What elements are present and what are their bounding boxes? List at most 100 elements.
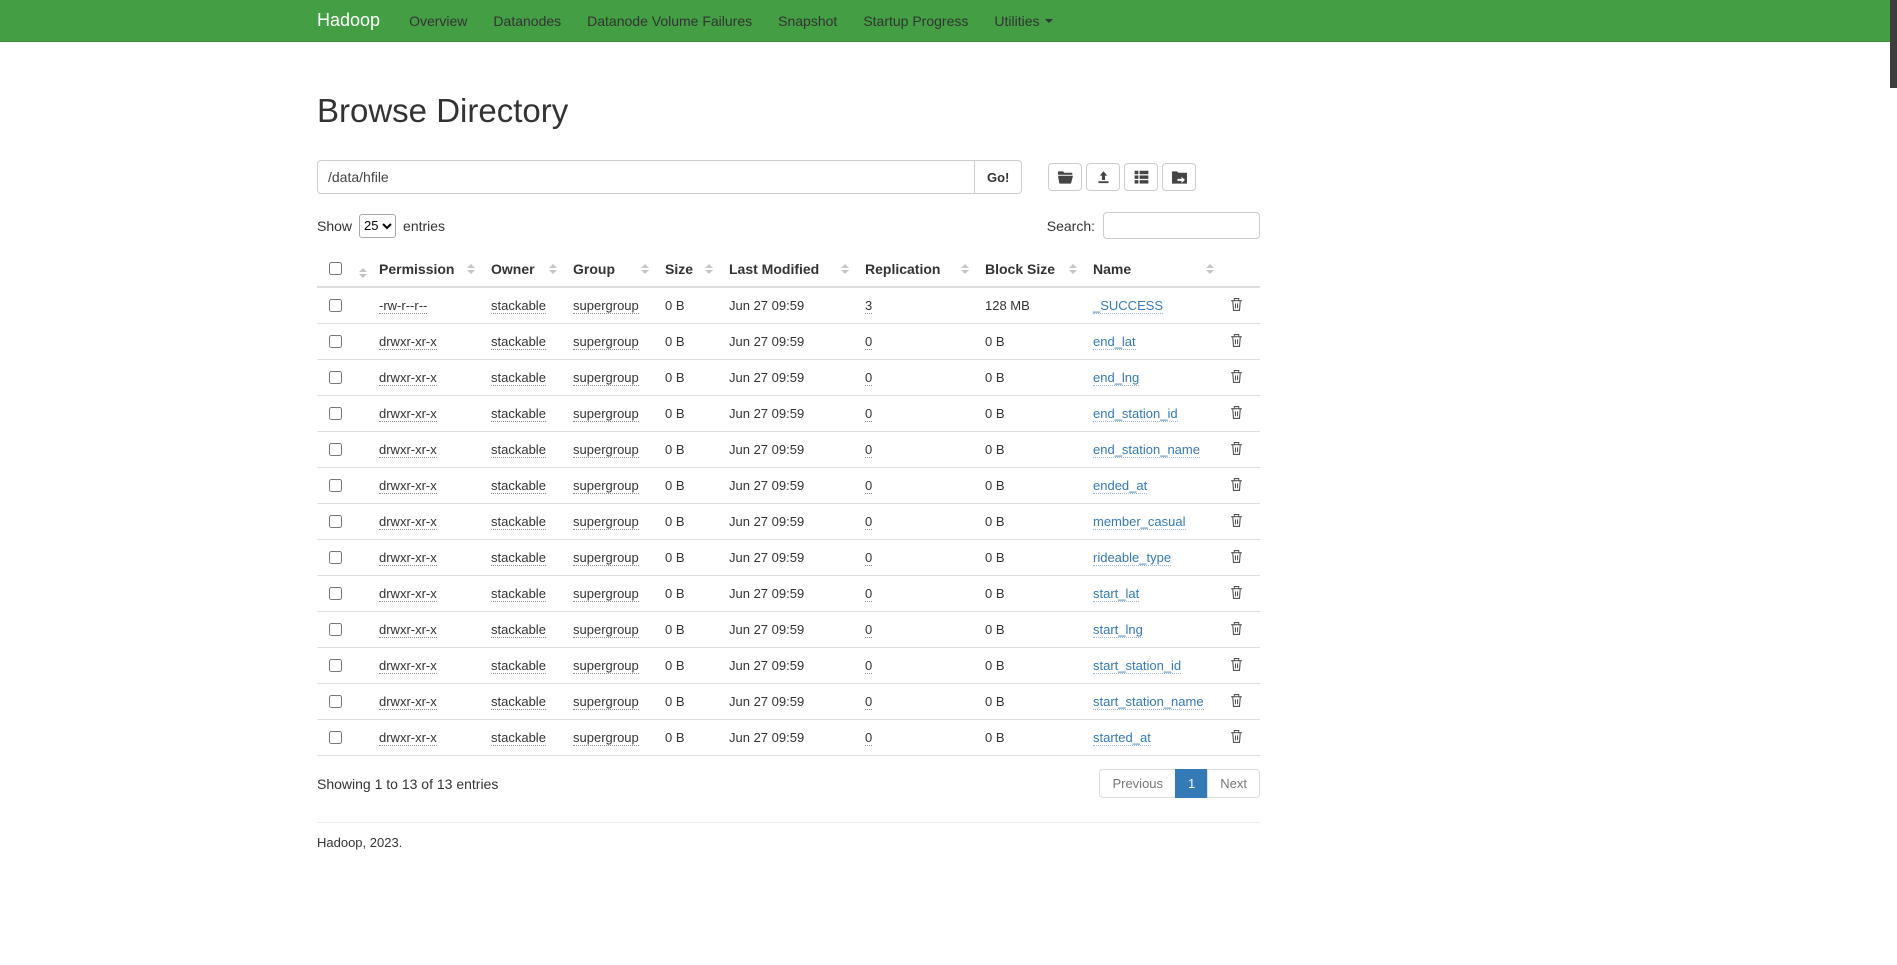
permission-value[interactable]: drwxr-xr-x: [379, 478, 437, 494]
nav-utilities-dropdown[interactable]: Utilities: [981, 0, 1065, 42]
nav-datanode-volume-failures[interactable]: Datanode Volume Failures: [574, 0, 765, 42]
delete-button[interactable]: [1230, 333, 1243, 351]
delete-button[interactable]: [1230, 693, 1243, 711]
select-all-checkbox[interactable]: [329, 262, 342, 275]
file-name-link[interactable]: rideable_type: [1093, 550, 1171, 566]
group-value[interactable]: supergroup: [573, 478, 639, 494]
permission-value[interactable]: drwxr-xr-x: [379, 550, 437, 566]
delete-button[interactable]: [1230, 405, 1243, 423]
owner-value[interactable]: stackable: [491, 442, 546, 458]
replication-value[interactable]: 0: [865, 442, 872, 458]
group-value[interactable]: supergroup: [573, 658, 639, 674]
owner-value[interactable]: stackable: [491, 586, 546, 602]
header-group[interactable]: Group: [565, 251, 657, 287]
go-button[interactable]: Go!: [974, 160, 1022, 194]
owner-value[interactable]: stackable: [491, 658, 546, 674]
file-name-link[interactable]: end_station_id: [1093, 406, 1178, 422]
owner-value[interactable]: stackable: [491, 694, 546, 710]
row-checkbox[interactable]: [329, 515, 342, 528]
delete-button[interactable]: [1230, 513, 1243, 531]
group-value[interactable]: supergroup: [573, 370, 639, 386]
permission-value[interactable]: -rw-r--r--: [379, 298, 427, 314]
row-checkbox[interactable]: [329, 587, 342, 600]
set-quota-button[interactable]: [1124, 163, 1158, 191]
cut-paste-button[interactable]: [1162, 163, 1196, 191]
scrollbar-thumb[interactable]: [1890, 0, 1897, 88]
brand-hadoop[interactable]: Hadoop: [317, 10, 380, 31]
header-name[interactable]: Name: [1085, 251, 1222, 287]
nav-overview[interactable]: Overview: [396, 0, 480, 42]
file-name-link[interactable]: start_station_name: [1093, 694, 1204, 710]
header-block-size[interactable]: Block Size: [977, 251, 1085, 287]
page-size-select[interactable]: 25: [359, 214, 396, 238]
select-all-header[interactable]: [317, 251, 347, 287]
owner-value[interactable]: stackable: [491, 622, 546, 638]
header-permission[interactable]: Permission: [371, 251, 483, 287]
nav-datanodes[interactable]: Datanodes: [480, 0, 574, 42]
permission-value[interactable]: drwxr-xr-x: [379, 442, 437, 458]
group-value[interactable]: supergroup: [573, 442, 639, 458]
group-value[interactable]: supergroup: [573, 406, 639, 422]
replication-value[interactable]: 0: [865, 586, 872, 602]
search-input[interactable]: [1103, 212, 1260, 239]
owner-value[interactable]: stackable: [491, 334, 546, 350]
row-checkbox[interactable]: [329, 731, 342, 744]
row-checkbox[interactable]: [329, 623, 342, 636]
header-last-modified[interactable]: Last Modified: [721, 251, 857, 287]
owner-value[interactable]: stackable: [491, 478, 546, 494]
row-checkbox[interactable]: [329, 335, 342, 348]
upload-file-button[interactable]: [1086, 163, 1120, 191]
permission-value[interactable]: drwxr-xr-x: [379, 622, 437, 638]
row-checkbox[interactable]: [329, 479, 342, 492]
owner-value[interactable]: stackable: [491, 514, 546, 530]
file-name-link[interactable]: end_lng: [1093, 370, 1139, 386]
file-name-link[interactable]: started_at: [1093, 730, 1151, 746]
nav-snapshot[interactable]: Snapshot: [765, 0, 850, 42]
replication-value[interactable]: 0: [865, 730, 872, 746]
owner-value[interactable]: stackable: [491, 730, 546, 746]
group-value[interactable]: supergroup: [573, 514, 639, 530]
group-value[interactable]: supergroup: [573, 730, 639, 746]
delete-button[interactable]: [1230, 297, 1243, 315]
header-owner[interactable]: Owner: [483, 251, 565, 287]
permission-value[interactable]: drwxr-xr-x: [379, 334, 437, 350]
owner-value[interactable]: stackable: [491, 550, 546, 566]
create-directory-button[interactable]: [1048, 163, 1082, 191]
permission-value[interactable]: drwxr-xr-x: [379, 514, 437, 530]
replication-value[interactable]: 0: [865, 694, 872, 710]
header-replication[interactable]: Replication: [857, 251, 977, 287]
delete-button[interactable]: [1230, 369, 1243, 387]
permission-value[interactable]: drwxr-xr-x: [379, 694, 437, 710]
row-checkbox[interactable]: [329, 371, 342, 384]
next-page-button[interactable]: Next: [1207, 769, 1260, 798]
group-value[interactable]: supergroup: [573, 298, 639, 314]
row-checkbox[interactable]: [329, 299, 342, 312]
sort-column-header[interactable]: [347, 251, 371, 287]
row-checkbox[interactable]: [329, 695, 342, 708]
directory-path-input[interactable]: [317, 160, 975, 194]
file-name-link[interactable]: end_lat: [1093, 334, 1136, 350]
delete-button[interactable]: [1230, 549, 1243, 567]
group-value[interactable]: supergroup: [573, 586, 639, 602]
delete-button[interactable]: [1230, 441, 1243, 459]
nav-startup-progress[interactable]: Startup Progress: [850, 0, 981, 42]
previous-page-button[interactable]: Previous: [1099, 769, 1176, 798]
permission-value[interactable]: drwxr-xr-x: [379, 658, 437, 674]
row-checkbox[interactable]: [329, 407, 342, 420]
replication-value[interactable]: 0: [865, 658, 872, 674]
row-checkbox[interactable]: [329, 443, 342, 456]
owner-value[interactable]: stackable: [491, 298, 546, 314]
group-value[interactable]: supergroup: [573, 550, 639, 566]
file-name-link[interactable]: start_station_id: [1093, 658, 1181, 674]
delete-button[interactable]: [1230, 477, 1243, 495]
permission-value[interactable]: drwxr-xr-x: [379, 370, 437, 386]
delete-button[interactable]: [1230, 657, 1243, 675]
group-value[interactable]: supergroup: [573, 694, 639, 710]
file-name-link[interactable]: end_station_name: [1093, 442, 1200, 458]
permission-value[interactable]: drwxr-xr-x: [379, 586, 437, 602]
replication-value[interactable]: 0: [865, 622, 872, 638]
replication-value[interactable]: 3: [865, 298, 872, 314]
file-name-link[interactable]: ended_at: [1093, 478, 1147, 494]
replication-value[interactable]: 0: [865, 514, 872, 530]
replication-value[interactable]: 0: [865, 550, 872, 566]
